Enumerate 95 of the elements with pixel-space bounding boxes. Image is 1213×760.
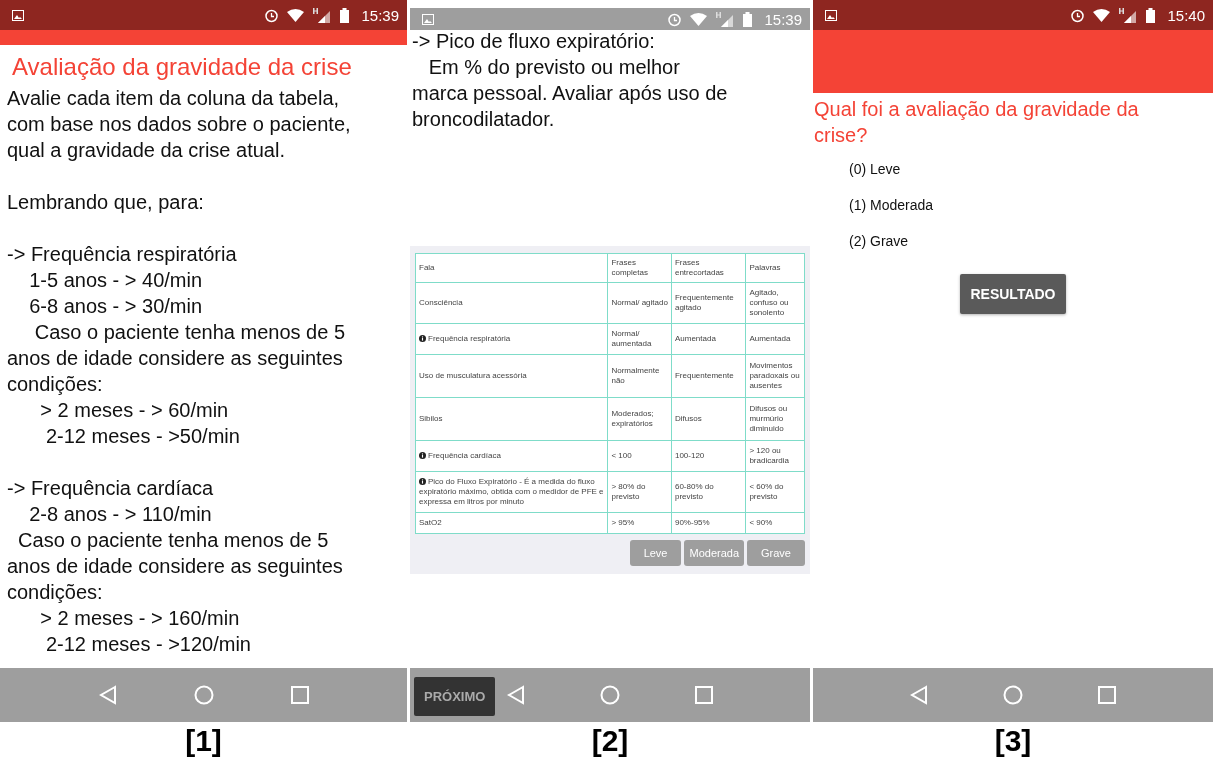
text-line: -> Frequência cardíaca [7,476,215,501]
table-cell: Moderados; expiratórios [607,397,672,441]
wifi-icon [690,12,708,26]
table-cell: Fala [415,253,608,283]
table-cell: Frases completas [607,253,672,283]
table-cell: Sibilos [415,397,608,441]
wifi-icon [287,8,305,22]
result-button[interactable]: RESULTADO [960,274,1066,314]
table-cell: Frequência respiratória [415,323,608,355]
table-cell: > 80% do previsto [607,471,672,513]
table-cell: Normal/ agitado [607,282,672,324]
text-line: 2-8 anos - > 110/min [28,502,213,527]
home-icon[interactable] [1003,685,1023,705]
text-line: 1-5 anos - > 40/min [28,268,204,293]
signal-icon [1118,7,1139,23]
table-cell: Frases entrecortadas [671,253,746,283]
text-line: condições: [7,372,104,397]
status-time: 15:39 [361,6,399,24]
info-icon [419,335,426,342]
table-cell: Movimentos paradoxais ou ausentes [745,354,805,398]
image-icon [12,9,24,21]
wifi-icon [1093,8,1111,22]
recents-icon[interactable] [1097,686,1116,704]
table-cell: 100-120 [671,440,746,472]
text-line: broncodilatador. [412,107,555,132]
image-icon [422,13,434,25]
text-line: Lembrando que, para: [7,190,205,215]
image-icon [825,9,837,21]
text-line: > 2 meses - > 160/min [39,606,241,631]
text-line: marca pessoal. Avaliar após uso de [412,81,728,106]
table-cell: < 100 [607,440,672,472]
text-line: Caso o paciente tenha menos de 5 [17,528,330,553]
battery-icon [340,7,350,23]
battery-icon [1146,7,1156,23]
signal-icon [312,7,333,23]
panel-caption: [2] [591,724,629,758]
recents-icon[interactable] [694,686,713,704]
table-cell: Difusos [671,397,746,441]
answer-option[interactable]: (2) Grave [849,230,1213,252]
table-cell: Frequentemente [671,354,746,398]
text-line: Em % do previsto ou melhor [427,55,680,80]
table-cell: > 95% [607,512,672,534]
table-cell: < 60% do previsto [745,471,805,513]
battery-icon [743,11,753,27]
table-cell: Frequência cardíaca [415,440,608,472]
text-line: 2-12 meses - >50/min [44,424,241,449]
answer-option[interactable]: (0) Leve [849,158,1213,180]
home-icon[interactable] [193,685,214,705]
table-cell: 90%-95% [671,512,746,534]
text-line: condições: [7,580,104,605]
panel-caption: [3] [994,724,1032,758]
panel-caption: [1] [185,724,222,758]
text-line: 2-12 meses - >120/min [44,632,252,657]
table-cell: Normalmente não [607,354,672,398]
info-icon [419,478,426,485]
table-cell: Difusos ou murmúrio diminuido [745,397,805,441]
table-cell: SatO2 [415,512,608,534]
text-line: anos de idade considere as seguintes [7,346,344,371]
table-cell: 60-80% do previsto [671,471,746,513]
text-line: anos de idade considere as seguintes [7,554,344,579]
page-title: Avaliação da gravidade da crise [11,52,353,82]
table-cell: Consciência [415,282,608,324]
status-time: 15:40 [1167,6,1205,24]
text-line: Caso o paciente tenha menos de 5 [33,320,346,345]
answer-option[interactable]: (1) Moderada [849,194,1213,216]
table-cell: Pico do Fluxo Expiratório - É a medida do fluxo expiratório máximo, obtida com o medidor de PFE e expressa em litros por minuto [415,471,608,513]
back-icon[interactable] [507,685,526,705]
alarm-icon [667,11,683,27]
table-cell: Frequentemente agitado [671,282,746,324]
table-cell: Agitado, confuso ou sonolento [745,282,805,324]
alarm-icon [264,7,280,23]
text-line: qual a gravidade da crise atual. [7,138,286,163]
table-cell: Aumentada [745,323,805,355]
table-cell: Normal/ aumentada [607,323,672,355]
text-line: -> Pico de fluxo expiratório: [412,29,655,54]
text-line: 6-8 anos - > 30/min [28,294,204,319]
text-line: -> Frequência respiratória [7,242,238,267]
next-button[interactable]: PRÓXIMO [414,677,496,716]
text-line: > 2 meses - > 60/min [39,398,230,423]
back-icon[interactable] [910,685,929,705]
info-icon [419,452,426,459]
signal-icon [715,11,736,27]
recents-icon[interactable] [290,686,309,704]
home-icon[interactable] [600,685,620,705]
table-cell: < 90% [745,512,805,534]
table-cell: Palavras [745,253,805,283]
table-cell: Aumentada [671,323,746,355]
table-cell: > 120 ou bradicardia [745,440,805,472]
back-icon[interactable] [98,685,117,705]
alarm-icon [1070,7,1086,23]
status-time: 15:39 [764,10,802,28]
table-cell: Uso de musculatura acessória [415,354,608,398]
text-line: com base nos dados sobre o paciente, [7,112,352,137]
text-line: Avalie cada item da coluna da tabela, [7,86,341,111]
question-text: Qual foi a avaliação da gravidade da crise? [813,97,1140,148]
